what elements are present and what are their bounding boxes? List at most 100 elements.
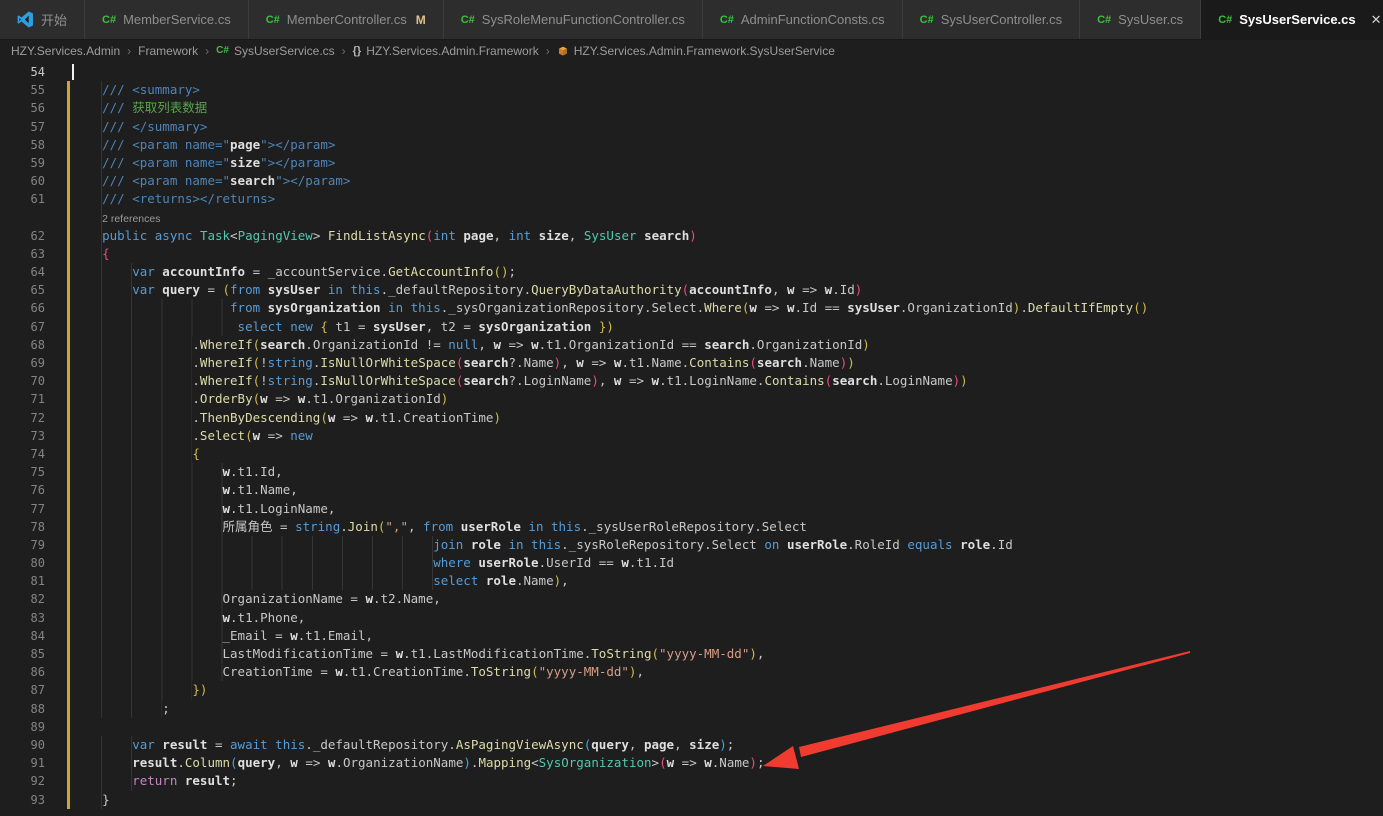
tab-sysusercontroller-cs[interactable]: C#SysUserController.cs	[903, 0, 1080, 39]
code-text[interactable]: _Email = w.t1.Email,	[72, 627, 373, 645]
code-text[interactable]: .ThenByDescending(w => w.t1.CreationTime…	[72, 409, 501, 427]
code-text[interactable]: .Select(w => new	[72, 427, 313, 445]
token: from	[230, 300, 268, 315]
code-text[interactable]: select new { t1 = sysUser, t2 = sysOrgan…	[72, 318, 614, 336]
tab-label: SysUser.cs	[1118, 12, 1183, 27]
code-text[interactable]: join role in this._sysRoleRepository.Sel…	[72, 536, 1013, 554]
change-indicator-bar	[67, 190, 70, 208]
token: w	[667, 755, 675, 770]
code-text[interactable]: .WhereIf(!string.IsNullOrWhiteSpace(sear…	[72, 372, 968, 390]
gutter	[45, 318, 72, 336]
token: LastModificationTime =	[223, 646, 396, 661]
tab-sysuserservice-cs[interactable]: C#SysUserService.cs✕	[1201, 0, 1383, 39]
code-text[interactable]: /// <summary>	[72, 81, 200, 99]
code-text[interactable]: public async Task<PagingView> FindListAs…	[72, 227, 697, 245]
code-text[interactable]: /// <param name="size"></param>	[72, 154, 335, 172]
token: )	[953, 373, 961, 388]
code-text[interactable]: }	[72, 791, 110, 809]
token: .	[192, 337, 200, 352]
token: var	[132, 282, 162, 297]
code-text[interactable]: from sysOrganization in this._sysOrganiz…	[72, 299, 1148, 317]
tab-sysrolemenufunctioncontroller-cs[interactable]: C#SysRoleMenuFunctionController.cs	[444, 0, 703, 39]
tab-label: SysUserController.cs	[941, 12, 1062, 27]
token: .	[192, 428, 200, 443]
class-icon	[557, 45, 569, 57]
code-text[interactable]: .WhereIf(search.OrganizationId != null, …	[72, 336, 870, 354]
change-indicator-bar	[67, 299, 70, 317]
breadcrumb-item[interactable]: Framework	[138, 44, 198, 58]
close-icon[interactable]: ✕	[1371, 12, 1382, 28]
change-indicator-bar	[67, 663, 70, 681]
code-text[interactable]: where userRole.UserId == w.t1.Id	[72, 554, 674, 572]
code-editor[interactable]: 5455/// <summary>56/// 获取列表数据57/// </sum…	[0, 61, 1383, 809]
code-text[interactable]: .OrderBy(w => w.t1.OrganizationId)	[72, 390, 448, 408]
code-line: 66from sysOrganization in this._sysOrgan…	[0, 299, 1383, 317]
code-text[interactable]: /// <param name="page"></param>	[72, 136, 335, 154]
code-text[interactable]: CreationTime = w.t1.CreationTime.ToStrin…	[72, 663, 644, 681]
tab-sysuser-cs[interactable]: C#SysUser.cs	[1080, 0, 1201, 39]
token: string	[268, 373, 313, 388]
change-indicator-bar	[67, 554, 70, 572]
code-text[interactable]: result.Column(query, w => w.Organization…	[72, 754, 764, 772]
code-text[interactable]: w.t1.Name,	[72, 481, 298, 499]
gutter	[45, 772, 72, 790]
token: )	[441, 391, 449, 406]
code-line: 72.ThenByDescending(w => w.t1.CreationTi…	[0, 409, 1383, 427]
code-text[interactable]: w.t1.Id,	[72, 463, 283, 481]
breadcrumb-item[interactable]: HZY.Services.Admin	[11, 44, 120, 58]
token: search	[463, 355, 508, 370]
codelens-references[interactable]: 2 references	[102, 213, 160, 225]
token: public async	[102, 228, 200, 243]
gutter	[45, 136, 72, 154]
token: w	[749, 300, 757, 315]
line-number: 83	[0, 609, 45, 627]
token: where	[433, 555, 478, 570]
csharp-file-icon: C#	[216, 45, 229, 56]
token: PagingView	[238, 228, 313, 243]
token: (	[253, 337, 261, 352]
tab-memberservice-cs[interactable]: C#MemberService.cs	[85, 0, 249, 39]
token: size	[539, 228, 569, 243]
code-text[interactable]: select role.Name),	[72, 572, 569, 590]
code-text[interactable]: var query = (from sysUser in this._defau…	[72, 281, 862, 299]
code-line: 58/// <param name="page"></param>	[0, 136, 1383, 154]
code-text[interactable]: var result = await this._defaultReposito…	[72, 736, 734, 754]
breadcrumb-item[interactable]: {}HZY.Services.Admin.Framework	[353, 44, 539, 58]
code-text[interactable]: .WhereIf(!string.IsNullOrWhiteSpace(sear…	[72, 354, 855, 372]
token: w	[652, 373, 660, 388]
code-text[interactable]: OrganizationName = w.t2.Name,	[72, 590, 441, 608]
code-text[interactable]: /// <param name="search"></param>	[72, 172, 350, 190]
code-text[interactable]: /// 获取列表数据	[72, 99, 207, 117]
code-text[interactable]: })	[72, 681, 207, 699]
token: .t1.Name.	[621, 355, 689, 370]
code-text[interactable]: w.t1.Phone,	[72, 609, 305, 627]
gutter	[45, 172, 72, 190]
code-text[interactable]: return result;	[72, 772, 238, 790]
code-text[interactable]: 2 references	[72, 209, 160, 227]
change-indicator-bar	[67, 627, 70, 645]
line-number: 64	[0, 263, 45, 281]
code-text[interactable]: LastModificationTime = w.t1.LastModifica…	[72, 645, 764, 663]
breadcrumb-item[interactable]: C#SysUserService.cs	[216, 44, 334, 58]
code-text[interactable]: {	[72, 445, 200, 463]
token: ,	[561, 355, 576, 370]
tab--[interactable]: 开始	[0, 0, 85, 39]
code-text[interactable]: /// <returns></returns>	[72, 190, 275, 208]
token: .t1.LoginName,	[230, 501, 335, 516]
breadcrumb-item[interactable]: HZY.Services.Admin.Framework.SysUserServ…	[557, 44, 835, 58]
code-line: 91result.Column(query, w => w.Organizati…	[0, 754, 1383, 772]
code-text[interactable]: var accountInfo = _accountService.GetAcc…	[72, 263, 516, 281]
code-text[interactable]: w.t1.LoginName,	[72, 500, 335, 518]
token: "></param>	[260, 137, 335, 152]
tab-adminfunctionconsts-cs[interactable]: C#AdminFunctionConsts.cs	[703, 0, 903, 39]
code-text[interactable]: 所属角色 = string.Join(",", from userRole in…	[72, 518, 807, 536]
tab-membercontroller-cs[interactable]: C#MemberController.csM	[249, 0, 444, 39]
token: result	[132, 755, 177, 770]
token: .Name	[516, 573, 554, 588]
token: search	[704, 337, 749, 352]
token: string	[295, 519, 340, 534]
code-text[interactable]: {	[72, 245, 110, 263]
code-text[interactable]: ;	[72, 700, 170, 718]
token: ,	[674, 737, 689, 752]
code-text[interactable]: /// </summary>	[72, 118, 207, 136]
